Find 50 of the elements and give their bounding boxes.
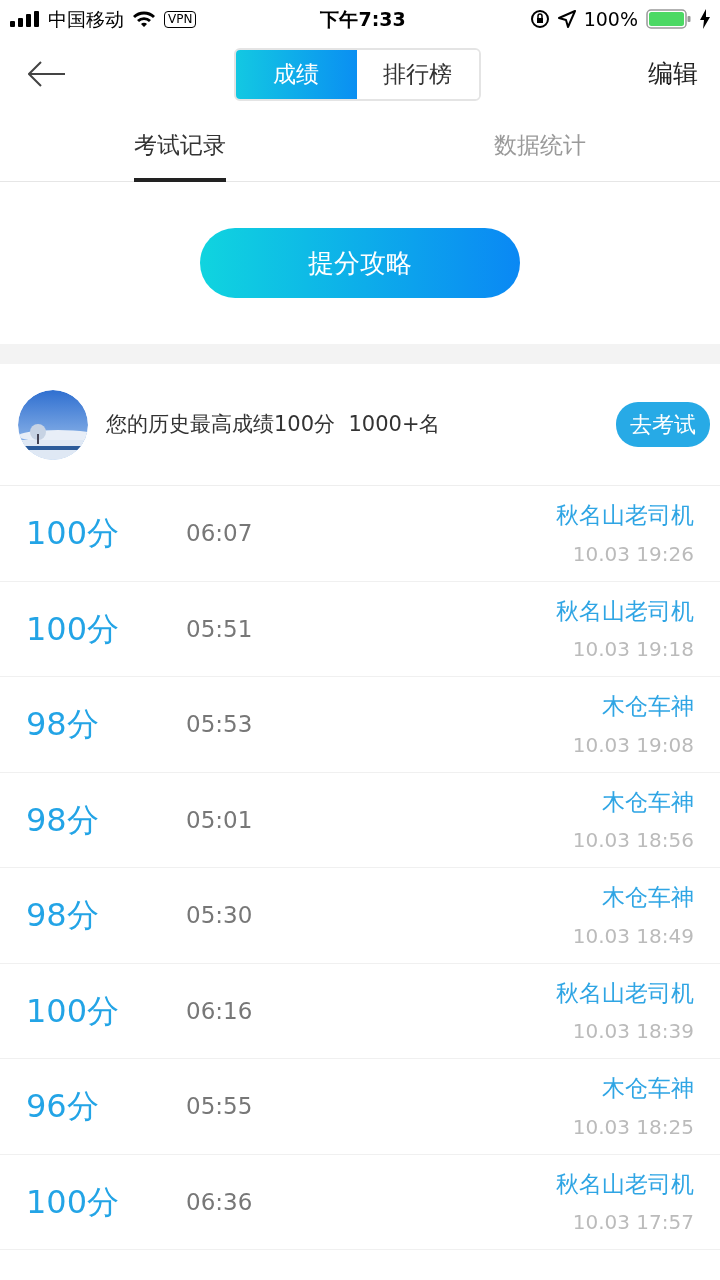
best-score-text: 您的历史最高成绩100分 1000+名 — [106, 410, 442, 438]
tips-button[interactable]: 提分攻略 — [200, 228, 520, 298]
user-name: 木仓车神 — [601, 883, 694, 912]
exam-time: 10.03 17:57 — [571, 1209, 694, 1236]
exam-time: 10.03 18:56 — [572, 827, 694, 854]
duration: 06:16 — [186, 996, 254, 1026]
battery-icon — [646, 9, 692, 29]
signal-icon — [10, 11, 40, 27]
user-name: 木仓车神 — [601, 1074, 694, 1103]
status-time: 下午7:33 — [320, 6, 406, 32]
score: 96分 — [26, 1086, 100, 1128]
battery-percent: 100% — [583, 6, 638, 32]
duration: 05:53 — [186, 710, 254, 739]
location-icon — [557, 10, 576, 28]
score: 98分 — [26, 799, 100, 841]
score: 98分 — [26, 704, 100, 746]
edit-button[interactable]: 编辑 — [648, 55, 698, 93]
score: 100分 — [26, 990, 121, 1032]
score: 100分 — [26, 608, 121, 650]
exam-time: 10.03 18:39 — [571, 1018, 694, 1045]
exam-time: 10.03 19:18 — [571, 636, 694, 663]
vpn-badge: VPN — [164, 10, 197, 28]
exam-time: 10.03 19:08 — [572, 731, 694, 759]
exam-time: 10.03 18:49 — [572, 922, 694, 950]
user-name: 秋名山老司机 — [556, 1169, 694, 1199]
tab[interactable]: 数据统计 — [494, 111, 586, 182]
wifi-icon — [132, 10, 156, 28]
duration: 05:01 — [186, 805, 254, 835]
score: 100分 — [26, 1181, 121, 1223]
rotation-lock-icon — [529, 9, 550, 29]
segment-tab[interactable]: 成绩 — [235, 49, 357, 99]
exam-time: 10.03 18:25 — [572, 1113, 694, 1141]
carrier-name: 中国移动 — [48, 6, 124, 32]
back-arrow-icon[interactable] — [28, 61, 66, 87]
duration: 05:51 — [186, 614, 254, 644]
go-exam-button[interactable]: 去考试 — [616, 402, 710, 447]
duration: 06:07 — [186, 519, 254, 548]
exam-time: 10.03 19:26 — [571, 540, 694, 568]
user-name: 木仓车神 — [601, 692, 694, 721]
score: 100分 — [26, 513, 121, 555]
user-name: 秋名山老司机 — [556, 501, 694, 530]
charging-icon — [700, 9, 710, 29]
score: 98分 — [26, 895, 100, 937]
duration: 05:55 — [186, 1092, 254, 1121]
user-name: 木仓车神 — [601, 787, 694, 817]
duration: 05:30 — [186, 901, 254, 930]
tab[interactable]: 考试记录 — [134, 111, 226, 182]
user-name: 秋名山老司机 — [556, 596, 694, 626]
user-name: 秋名山老司机 — [556, 978, 694, 1008]
duration: 06:36 — [186, 1187, 254, 1217]
